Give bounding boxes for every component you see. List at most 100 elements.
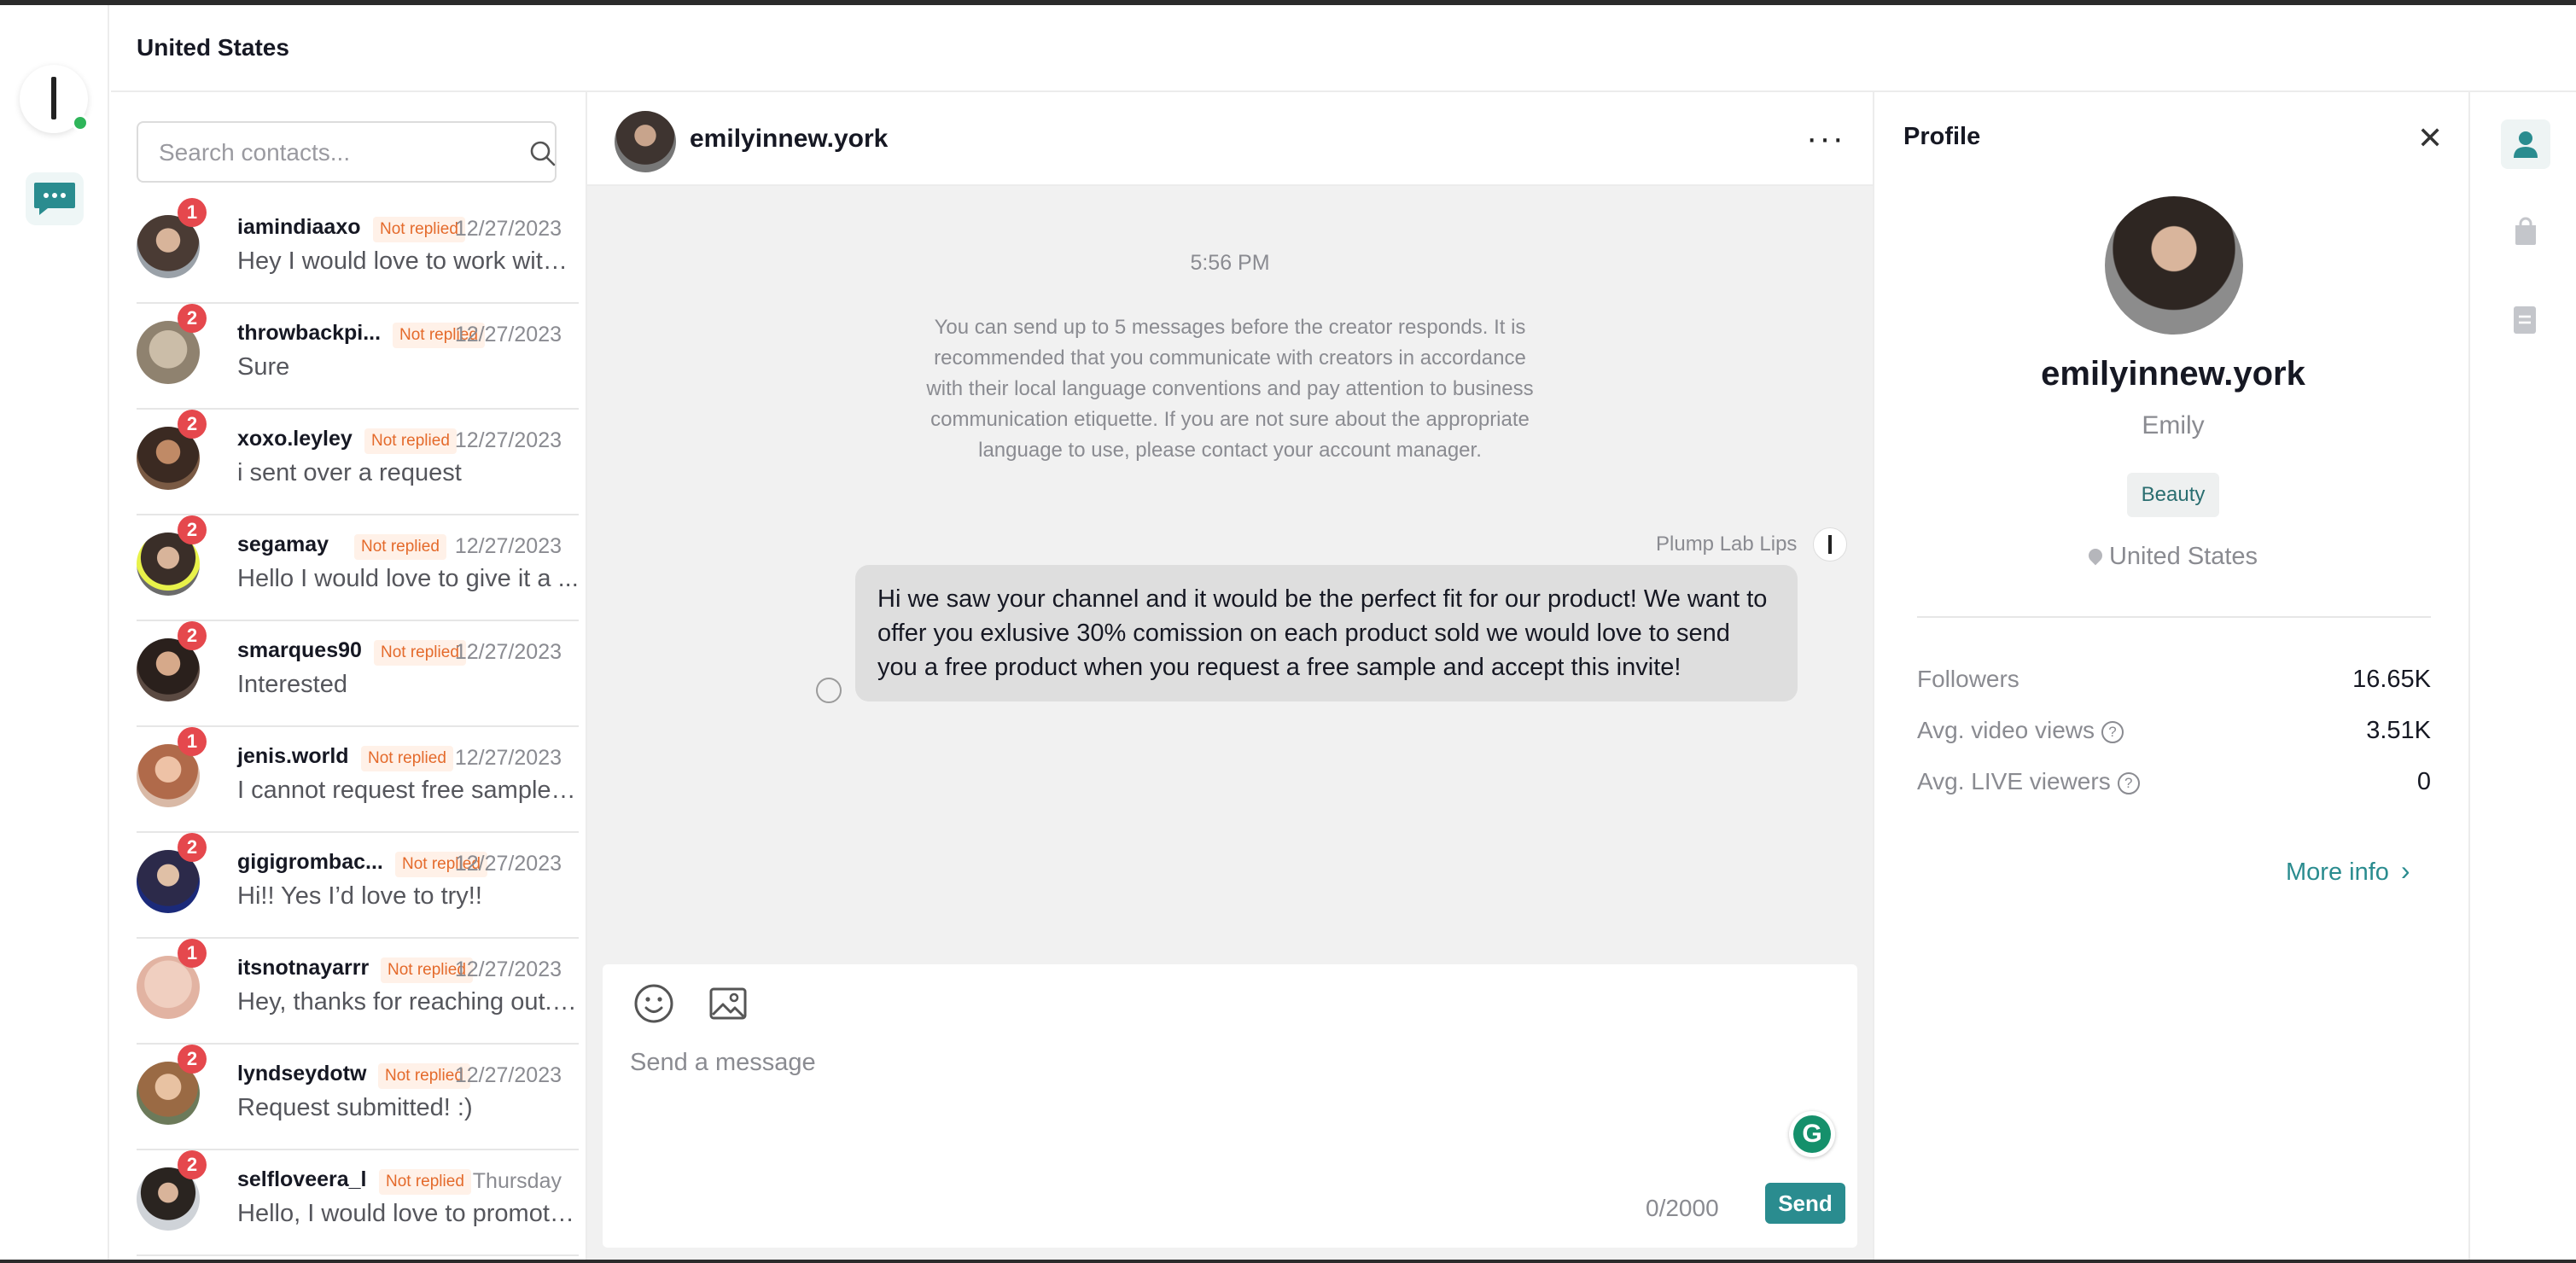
person-icon: [2514, 131, 2538, 158]
emoji-icon[interactable]: [632, 981, 676, 1026]
contact-row[interactable]: 2 selfloveera_l Not replied Thursday Hel…: [137, 1150, 579, 1256]
unread-count-badge: 2: [178, 621, 207, 650]
shopping-bag-icon[interactable]: [2513, 217, 2538, 246]
page-header: United States: [111, 5, 2576, 92]
chevron-right-icon: ›: [2400, 855, 2410, 886]
contact-date: 12/27/2023: [454, 534, 562, 558]
contact-username: itsnotnayarrr: [237, 956, 370, 980]
contact-row[interactable]: 2 segamay Not replied 12/27/2023 Hello I…: [137, 515, 579, 621]
brand-logo-mark: [51, 77, 56, 119]
contact-username: xoxo.leyley: [237, 427, 353, 451]
unread-count-badge: 2: [178, 304, 207, 333]
stat-label-text: Avg. LIVE viewers: [1917, 768, 2111, 794]
grammarly-button[interactable]: G: [1789, 1111, 1835, 1157]
more-info-link[interactable]: More info ›: [2286, 855, 2410, 887]
document-icon[interactable]: [2513, 306, 2537, 335]
stat-value: 16.65K: [2352, 666, 2431, 693]
contact-message-preview: Interested: [237, 671, 347, 698]
sender-avatar: [1813, 527, 1847, 562]
unread-count-badge: 2: [178, 1045, 207, 1074]
stat-label-text: Followers: [1917, 666, 2019, 692]
profile-tool-button[interactable]: [2501, 119, 2550, 169]
contact-date: 12/27/2023: [454, 1063, 562, 1087]
help-icon[interactable]: ?: [2101, 721, 2124, 743]
window-bottom-border: [0, 1260, 2576, 1263]
contact-date: 12/27/2023: [454, 852, 562, 876]
contact-date: Thursday: [472, 1169, 562, 1193]
search-box[interactable]: [137, 121, 557, 183]
contact-row[interactable]: 2 lyndseydotw Not replied 12/27/2023 Req…: [137, 1045, 579, 1150]
contact-row[interactable]: 1 iamindiaaxo Not replied 12/27/2023 Hey…: [137, 198, 579, 304]
profile-display-name: Emily: [2142, 411, 2205, 439]
contact-username: lyndseydotw: [237, 1062, 367, 1085]
app-left-rail: [0, 5, 109, 1263]
message-timestamp: 5:56 PM: [1190, 251, 1270, 275]
contact-row[interactable]: 2 smarques90 Not replied 12/27/2023 Inte…: [137, 621, 579, 727]
contact-message-preview: Hello I would love to give it a ...: [237, 565, 579, 592]
contact-date: 12/27/2023: [454, 746, 562, 770]
contact-username: iamindiaaxo: [237, 215, 361, 239]
profile-location: United States: [1874, 543, 2472, 571]
stat-value: 3.51K: [2366, 717, 2431, 744]
contacts-panel: 1 iamindiaaxo Not replied 12/27/2023 Hey…: [111, 92, 587, 1263]
search-input[interactable]: [159, 137, 492, 169]
contact-row[interactable]: 1 jenis.world Not replied 12/27/2023 I c…: [137, 727, 579, 833]
outgoing-message-bubble: Hi we saw your channel and it would be t…: [855, 565, 1798, 701]
location-pin-icon: [2085, 545, 2106, 566]
account-avatar[interactable]: [20, 65, 89, 133]
stat-label: Followers: [1917, 666, 2019, 693]
unread-count-badge: 2: [178, 410, 207, 439]
contact-row[interactable]: 2 gigigrombac... Not replied 12/27/2023 …: [137, 833, 579, 939]
profile-stat-row: Avg. video views? 3.51K: [1917, 717, 2431, 751]
chat-header: emilyinnew.york ···: [587, 92, 1873, 186]
contact-row[interactable]: 1 itsnotnayarrr Not replied 12/27/2023 H…: [137, 939, 579, 1045]
contact-message-preview: Hey, thanks for reaching out. ...: [237, 988, 579, 1016]
stat-value: 0: [2416, 768, 2431, 795]
more-icon[interactable]: ···: [1806, 121, 1845, 155]
contact-message-preview: Request submitted! :): [237, 1094, 473, 1121]
divider: [1917, 616, 2431, 618]
unread-count-badge: 1: [178, 727, 207, 756]
sender-name: Plump Lab Lips: [1656, 533, 1798, 556]
stat-label-text: Avg. video views: [1917, 717, 2095, 743]
contact-message-preview: I cannot request free samples...: [237, 777, 579, 804]
contact-message-preview: Hello, I would love to promote...: [237, 1200, 579, 1227]
region-title: United States: [137, 34, 289, 61]
search-icon[interactable]: [529, 140, 557, 167]
profile-avatar: [2105, 196, 2243, 335]
message-input[interactable]: [630, 1045, 1825, 1080]
contact-date: 12/27/2023: [454, 957, 562, 981]
chat-icon: [34, 183, 75, 215]
unread-count-badge: 1: [178, 198, 207, 227]
contact-message-preview: Hi!! Yes I’d love to try!!: [237, 882, 482, 910]
image-icon[interactable]: [708, 987, 748, 1021]
profile-username: emilyinnew.york: [2041, 355, 2305, 393]
help-icon[interactable]: ?: [2117, 772, 2140, 794]
contact-username: segamay: [237, 533, 329, 556]
contact-row[interactable]: 2 throwbackpi... Not replied 12/27/2023 …: [137, 304, 579, 410]
contact-message-preview: i sent over a request: [237, 459, 462, 486]
not-replied-tag: Not replied: [354, 534, 446, 560]
contact-username: gigigrombac...: [237, 850, 383, 874]
contact-message-preview: Hey I would love to work with ...: [237, 247, 579, 275]
grammarly-icon: G: [1793, 1115, 1831, 1153]
not-replied-tag: Not replied: [361, 746, 453, 771]
messages-nav-button[interactable]: [26, 172, 84, 225]
unread-count-badge: 2: [178, 1150, 207, 1179]
contact-message-preview: Sure: [237, 353, 290, 381]
unread-count-badge: 2: [178, 833, 207, 862]
unread-count-badge: 2: [178, 515, 207, 544]
contact-row[interactable]: 2 xoxo.leyley Not replied 12/27/2023 i s…: [137, 410, 579, 515]
right-tool-rail: [2470, 92, 2576, 1263]
contact-date: 12/27/2023: [454, 428, 562, 452]
contact-username: smarques90: [237, 638, 362, 662]
chat-contact-username[interactable]: emilyinnew.york: [690, 125, 888, 154]
send-button[interactable]: Send: [1765, 1183, 1845, 1224]
chat-contact-avatar[interactable]: [615, 111, 676, 172]
close-icon[interactable]: ✕: [2417, 123, 2443, 154]
message-composer: G 0/2000 Send: [603, 964, 1857, 1248]
more-info-label: More info: [2286, 858, 2389, 886]
chat-panel: emilyinnew.york ··· 5:56 PM You can send…: [587, 92, 1873, 1263]
message-status-icon: [816, 678, 842, 703]
not-replied-tag: Not replied: [373, 217, 465, 242]
